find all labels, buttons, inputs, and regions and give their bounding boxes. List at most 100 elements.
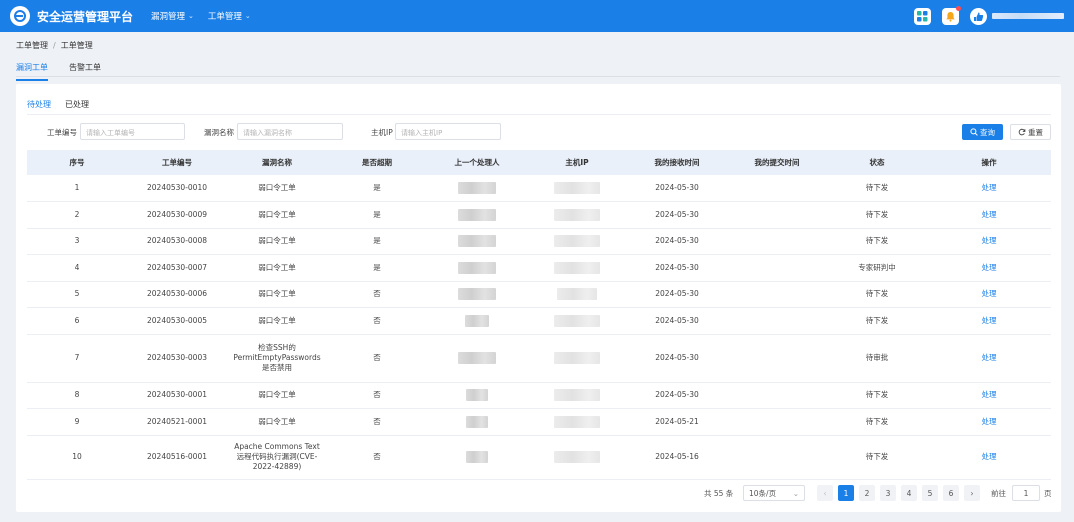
nav-label: 工单管理 [207,12,242,22]
page-button-5[interactable]: 5 [922,485,938,501]
status-tabs: 待处理 已处理 [27,99,103,115]
cell-previous-handler [427,254,527,282]
cell-no: 2 [27,201,127,229]
breadcrumb-item-current: 工单管理 [60,41,93,50]
table-header-row: 序号 工单编号 漏洞名称 是否超期 上一个处理人 主机IP 我的接收时间 我的提… [27,150,1051,175]
cell-previous-handler [427,435,527,480]
cell-submitted-time [727,175,827,202]
cell-submitted-time [727,408,827,436]
total-count: 共 55 条 [704,488,734,498]
cell-vuln-name: Apache Commons Text 远程代码执行漏洞(CVE- 2022-4… [227,435,327,480]
cell-overdue: 是 [327,175,427,202]
notification-badge [956,5,961,11]
next-page-button[interactable]: › [964,485,980,501]
process-link[interactable]: 处理 [982,183,997,192]
cell-received-time: 2024-05-16 [627,435,727,480]
page-size-select[interactable]: 10条/页 ⌄ [743,485,805,501]
table-row: 10 20240516-0001 Apache Commons Text 远程代… [27,435,1051,480]
order-no-input[interactable]: 请输入工单编号 [80,123,185,140]
vuln-name-line: 检查SSH的 [258,343,296,352]
avatar[interactable] [970,7,987,25]
redacted-value [554,314,600,327]
cell-host-ip [527,281,627,308]
cell-previous-handler [427,382,527,409]
reset-button[interactable]: 重置 [1010,124,1051,140]
column-header: 漏洞名称 [227,150,327,175]
cell-order-no: 20240530-0005 [127,307,227,335]
cell-vuln-name: 弱口令工单 [227,228,327,255]
table-row: 4 20240530-0007 弱口令工单 是 2024-05-30 专家研判中… [27,254,1051,282]
tab-pending[interactable]: 待处理 [27,99,51,115]
cell-no: 5 [27,281,127,308]
content-card: 待处理 已处理 工单编号 请输入工单编号 漏洞名称 请输入漏洞名称 主机IP 请… [16,84,1061,512]
cell-no: 8 [27,382,127,409]
tab-vulnerability-tickets[interactable]: 漏洞工单 [16,62,48,81]
search-button-label: 查询 [980,127,995,137]
cell-received-time: 2024-05-30 [627,175,727,202]
cell-host-ip [527,201,627,229]
cell-no: 6 [27,307,127,335]
cell-overdue: 是 [327,254,427,282]
search-button[interactable]: 查询 [962,124,1003,140]
prev-page-button[interactable]: ‹ [817,485,833,501]
page-button-2[interactable]: 2 [859,485,875,501]
cell-vuln-name: 弱口令工单 [227,281,327,308]
nav-vulnerability-management[interactable]: 漏洞管理 ⌄ [151,10,194,22]
cell-previous-handler [427,175,527,202]
cell-action: 处理 [927,408,1051,436]
tabs-divider [16,76,1060,77]
process-link[interactable]: 处理 [982,236,997,245]
tab-processed[interactable]: 已处理 [65,99,89,115]
page-button-4[interactable]: 4 [901,485,917,501]
cell-received-time: 2024-05-30 [627,334,727,383]
cell-previous-handler [427,408,527,436]
user-name-redacted [992,13,1064,19]
column-header: 主机IP [527,150,627,175]
page-button-3[interactable]: 3 [880,485,896,501]
process-link[interactable]: 处理 [982,353,997,362]
table-row: 7 20240530-0003 检查SSH的 PermitEmptyPasswo… [27,334,1051,383]
chevron-down-icon: ⌄ [792,488,799,498]
cell-order-no: 20240530-0001 [127,382,227,409]
process-link[interactable]: 处理 [982,417,997,426]
cell-vuln-name: 弱口令工单 [227,175,327,202]
cell-order-no: 20240530-0008 [127,228,227,255]
cell-status: 专家研判中 [827,254,927,282]
goto-page-input[interactable]: 1 [1012,485,1040,501]
page-button-6[interactable]: 6 [943,485,959,501]
column-header: 是否超期 [327,150,427,175]
process-link[interactable]: 处理 [982,390,997,399]
process-link[interactable]: 处理 [982,263,997,272]
process-link[interactable]: 处理 [982,289,997,298]
app-grid-icon[interactable] [914,7,931,25]
cell-action: 处理 [927,228,1051,255]
column-header: 序号 [27,150,127,175]
vuln-name-line: Apache Commons Text [234,442,320,451]
redacted-value [554,352,600,364]
search-icon [970,128,978,136]
redacted-value [458,235,496,248]
table-row: 9 20240521-0001 弱口令工单 否 2024-05-21 待下发 处… [27,408,1051,436]
page-button-1[interactable]: 1 [838,485,854,501]
host-ip-input[interactable]: 请输入主机IP [395,123,501,140]
process-link[interactable]: 处理 [982,316,997,325]
breadcrumb-item[interactable]: 工单管理 [16,41,48,50]
cell-no: 7 [27,334,127,383]
process-link[interactable]: 处理 [982,452,997,461]
cell-status: 待下发 [827,281,927,308]
cell-vuln-name: 弱口令工单 [227,382,327,409]
process-link[interactable]: 处理 [982,210,997,219]
cell-action: 处理 [927,201,1051,229]
column-header: 我的接收时间 [627,150,727,175]
cell-host-ip [527,435,627,480]
cell-no: 9 [27,408,127,436]
vuln-name-input[interactable]: 请输入漏洞名称 [237,123,343,140]
notification-bell-icon[interactable] [942,5,961,25]
cell-overdue: 是 [327,228,427,255]
cell-action: 处理 [927,175,1051,202]
tab-alert-tickets[interactable]: 告警工单 [69,62,101,81]
nav-ticket-management[interactable]: 工单管理 ⌄ [208,10,251,22]
redacted-value [554,208,600,221]
pagination: 共 55 条 10条/页 ⌄ ‹ 1 2 3 4 5 6 › 前往 1 页 [16,485,1061,502]
breadcrumb: 工单管理 / 工单管理 [16,40,93,51]
